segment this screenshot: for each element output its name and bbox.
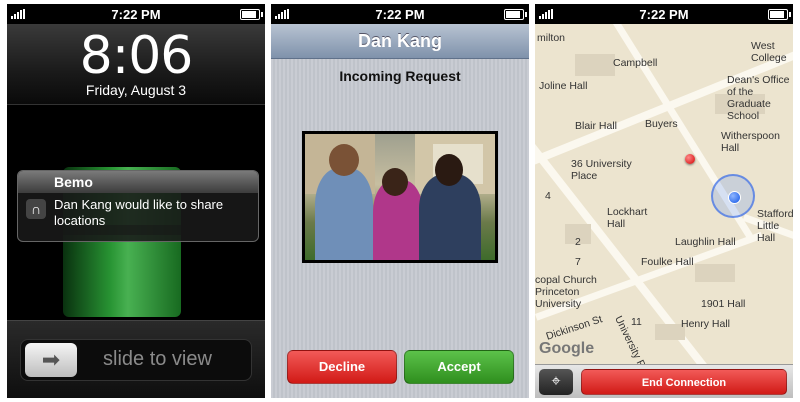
request-title: Incoming Request [339, 68, 461, 84]
lock-screen: 7:22 PM 8:06 Friday, August 3 Bemo ∩ Dan… [7, 4, 265, 398]
notification-message: Dan Kang would like to share locations [54, 197, 224, 228]
map-label-laughlin: Laughlin Hall [675, 236, 736, 248]
unlock-slider[interactable]: ➡ slide to view [20, 339, 252, 381]
red-pin-icon[interactable] [685, 154, 695, 164]
map-label-blair: Blair Hall [575, 120, 618, 132]
battery-icon [240, 9, 263, 20]
status-bar: 7:22 PM [535, 4, 793, 24]
map-label-univ-place: 36 University Place [571, 158, 632, 182]
lock-clock-area: 8:06 Friday, August 3 [7, 24, 265, 105]
map-label-foulke: Foulke Hall [641, 256, 694, 268]
map-label-witherspoon: Witherspoon Hall [721, 130, 780, 154]
map-label-stafford: Stafford Little Hall [757, 208, 793, 244]
map-label-deans: Dean's Office of the Graduate School [727, 74, 790, 122]
map-label-number-2: 2 [575, 236, 581, 248]
slider-label: slide to view [103, 348, 212, 370]
end-connection-button[interactable]: End Connection [581, 369, 787, 395]
push-notification[interactable]: Bemo ∩ Dan Kang would like to share loca… [17, 170, 259, 242]
unlock-area: ➡ slide to view [7, 320, 265, 398]
map-label-buyers: Buyers [645, 118, 678, 130]
status-time: 7:22 PM [111, 7, 161, 22]
map-label-henry: Henry Hall [681, 318, 731, 330]
current-location-icon[interactable] [728, 191, 741, 204]
map-label-joline: Joline Hall [539, 80, 588, 92]
request-content: Dan Kang Incoming Request Decline Accept [271, 24, 529, 398]
map-view[interactable]: milton Campbell West College Joline Hall… [535, 24, 793, 364]
map-label-church: copal Church Princeton University [535, 274, 597, 310]
contact-photo [302, 131, 498, 263]
map-label-number-4: 4 [545, 190, 551, 202]
map-toolbar: ⌖ End Connection [535, 364, 793, 398]
map-label-dickinson: Dickinson St [544, 313, 604, 343]
map-label-number-11: 11 [631, 316, 642, 328]
decline-button[interactable]: Decline [287, 350, 397, 384]
status-time: 7:22 PM [639, 7, 689, 22]
battery-icon [504, 9, 527, 20]
map-label-hamilton: milton [537, 32, 566, 44]
map-label-west-college: West College [751, 40, 787, 64]
map-screen: 7:22 PM milton Campbell West College Jol… [535, 4, 793, 398]
status-bar: 7:22 PM [271, 4, 529, 24]
request-screen: 7:22 PM Dan Kang Incoming Request Declin… [271, 4, 529, 398]
map-label-number-7: 7 [575, 256, 581, 268]
map-label-lockhart: Lockhart Hall [607, 206, 648, 230]
map-label-1901: 1901 Hall [701, 298, 746, 310]
lock-date: Friday, August 3 [85, 82, 187, 98]
status-time: 7:22 PM [375, 7, 425, 22]
map-label-campbell: Campbell [613, 57, 658, 69]
lock-clock: 8:06 [79, 26, 194, 86]
arrow-right-icon[interactable]: ➡ [25, 343, 77, 377]
photo-image [305, 134, 495, 260]
notification-app-name: Bemo [18, 171, 258, 193]
status-bar: 7:22 PM [7, 4, 265, 24]
crosshair-icon[interactable]: ⌖ [539, 369, 573, 395]
nav-title: Dan Kang [271, 24, 529, 59]
battery-icon [768, 9, 791, 20]
accept-button[interactable]: Accept [404, 350, 514, 384]
headphones-app-icon: ∩ [26, 199, 46, 219]
google-logo: Google [539, 340, 595, 357]
